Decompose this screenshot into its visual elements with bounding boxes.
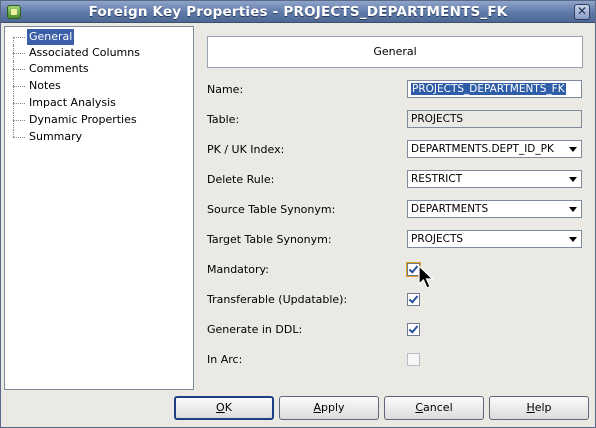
checkmark-icon: [408, 293, 419, 304]
target-synonym-label: Target Table Synonym:: [207, 233, 332, 246]
nav-item-dynamic-properties[interactable]: Dynamic Properties: [5, 112, 193, 128]
nav-item-label: Dynamic Properties: [29, 113, 137, 126]
foreign-key-properties-dialog: Foreign Key Properties - PROJECTS_DEPART…: [0, 0, 596, 428]
transferable-label: Transferable (Updatable):: [207, 293, 348, 306]
chevron-down-icon: [569, 177, 577, 182]
source-synonym-label: Source Table Synonym:: [207, 203, 336, 216]
target-synonym-value: PROJECTS: [411, 233, 464, 245]
nav-item-label: General: [27, 29, 75, 45]
chevron-down-icon: [569, 237, 577, 242]
nav-item-label: Comments: [29, 62, 89, 75]
dialog-button-bar: OK Apply Cancel Help: [1, 391, 595, 427]
pk-index-value: DEPARTMENTS.DEPT_ID_PK: [411, 143, 554, 155]
transferable-checkbox[interactable]: [407, 293, 420, 306]
in-arc-label: In Arc:: [207, 353, 243, 366]
nav-item-comments[interactable]: Comments: [5, 61, 193, 77]
nav-item-notes[interactable]: Notes: [5, 78, 193, 94]
nav-item-associated-columns[interactable]: Associated Columns: [5, 45, 193, 61]
delete-rule-dropdown[interactable]: RESTRICT: [407, 170, 582, 188]
chevron-down-icon: [569, 207, 577, 212]
nav-item-general[interactable]: General: [5, 29, 193, 45]
in-arc-checkbox[interactable]: [407, 353, 420, 366]
nav-item-label: Summary: [29, 130, 83, 143]
nav-item-impact-analysis[interactable]: Impact Analysis: [5, 95, 193, 111]
nav-item-label: Associated Columns: [29, 46, 140, 59]
name-label: Name:: [207, 83, 244, 96]
mouse-pointer-icon: [418, 265, 434, 289]
close-icon: ✕: [576, 4, 588, 18]
generate-ddl-checkbox[interactable]: [407, 323, 420, 336]
checkmark-icon: [408, 323, 419, 334]
pk-index-dropdown[interactable]: DEPARTMENTS.DEPT_ID_PK: [407, 140, 582, 158]
pk-index-label: PK / UK Index:: [207, 143, 285, 156]
source-synonym-dropdown[interactable]: DEPARTMENTS: [407, 200, 582, 218]
delete-rule-label: Delete Rule:: [207, 173, 275, 186]
navigation-tree: General Associated Columns Comments Note…: [4, 26, 194, 390]
source-synonym-value: DEPARTMENTS: [411, 203, 489, 215]
title-bar[interactable]: Foreign Key Properties - PROJECTS_DEPART…: [1, 1, 595, 23]
ok-button[interactable]: OK: [174, 396, 274, 420]
generate-ddl-label: Generate in DDL:: [207, 323, 303, 336]
help-button[interactable]: Help: [489, 396, 589, 420]
checkmark-icon: [408, 263, 419, 274]
mandatory-label: Mandatory:: [207, 263, 269, 276]
nav-item-label: Notes: [29, 79, 61, 92]
chevron-down-icon: [569, 147, 577, 152]
name-input[interactable]: PROJECTS_DEPARTMENTS_FK: [407, 80, 582, 98]
close-button[interactable]: ✕: [574, 4, 590, 20]
window-title: Foreign Key Properties - PROJECTS_DEPART…: [88, 4, 508, 20]
table-label: Table:: [207, 113, 240, 126]
table-field: PROJECTS: [407, 110, 582, 128]
target-synonym-dropdown[interactable]: PROJECTS: [407, 230, 582, 248]
name-value: PROJECTS_DEPARTMENTS_FK: [411, 83, 566, 95]
cancel-button[interactable]: Cancel: [384, 396, 484, 420]
delete-rule-value: RESTRICT: [411, 173, 463, 185]
nav-item-summary[interactable]: Summary: [5, 129, 193, 145]
nav-item-label: Impact Analysis: [29, 96, 116, 109]
section-header: General: [207, 36, 583, 68]
apply-button[interactable]: Apply: [279, 396, 379, 420]
properties-panel: General Name: PROJECTS_DEPARTMENTS_FK Ta…: [199, 26, 592, 390]
